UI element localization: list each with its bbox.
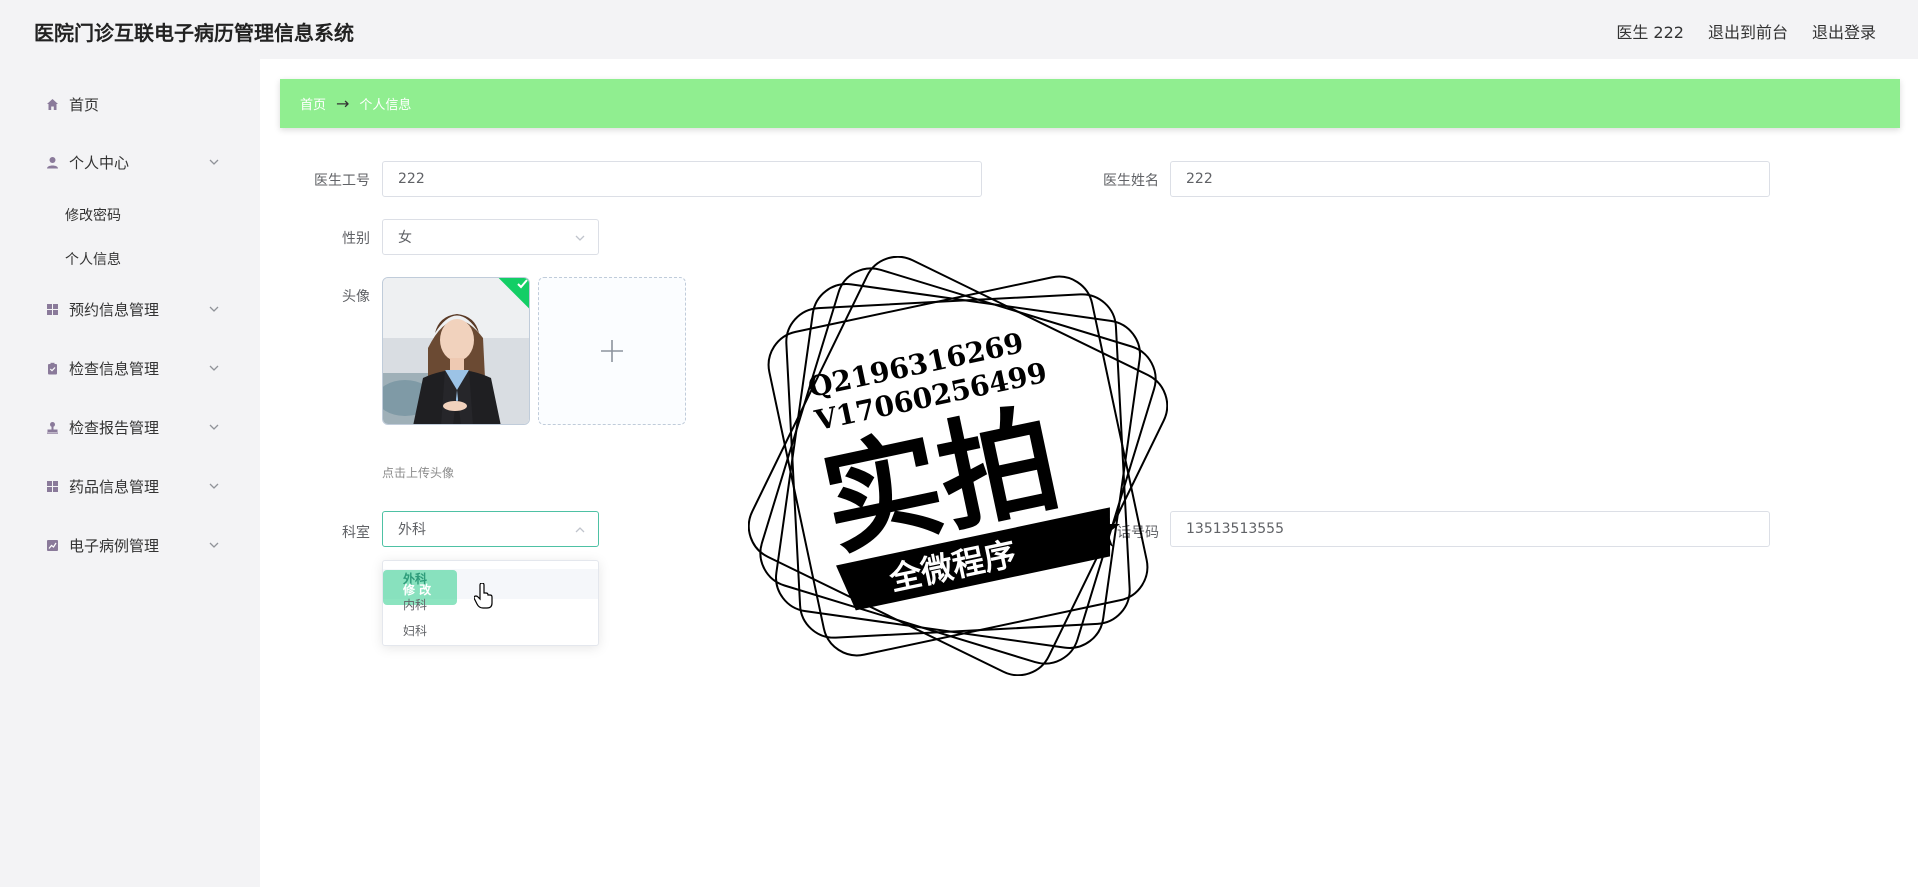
top-bar: 医院门诊互联电子病历管理信息系统 医生 222 退出到前台 退出登录: [0, 0, 1918, 59]
sidebar-item-exam-report[interactable]: 检查报告管理: [0, 405, 260, 449]
doctor-id-value: 222: [398, 171, 425, 187]
sidebar-subitem-personal-info[interactable]: 个人信息: [65, 249, 121, 269]
sidebar-item-label: 首页: [69, 95, 100, 114]
watermark-stamp: Q2196316269 V17060256499 实拍 全微程序: [748, 256, 1168, 676]
doctor-name-value: 222: [1186, 171, 1213, 187]
department-label: 科室: [342, 525, 370, 541]
hand-cursor-icon: [474, 583, 493, 609]
chevron-up-icon: [575, 527, 585, 533]
doctor-id-field[interactable]: 222: [382, 161, 982, 197]
chevron-down-icon: [209, 483, 219, 489]
sidebar-item-label: 个人中心: [69, 153, 130, 172]
user-icon: [45, 155, 59, 169]
sidebar-item-label: 检查信息管理: [69, 359, 160, 378]
gender-value: 女: [398, 230, 412, 246]
chevron-down-icon: [209, 424, 219, 430]
sidebar-item-appointments[interactable]: 预约信息管理: [0, 287, 260, 331]
doctor-id-label: 医生工号: [314, 173, 370, 189]
sidebar: 首页 个人中心 修改密码 个人信息 预约信息管理 检查信息管理 检查报告管理 药…: [0, 59, 260, 887]
grid-icon: [45, 302, 59, 316]
chevron-down-icon: [209, 159, 219, 165]
sidebar-item-label: 检查报告管理: [69, 418, 160, 437]
doctor-name-field[interactable]: 222: [1170, 161, 1770, 197]
grid-icon: [45, 479, 59, 493]
sidebar-item-label: 电子病例管理: [69, 536, 160, 555]
upload-hint: 点击上传头像: [382, 466, 455, 480]
breadcrumb-home[interactable]: 首页: [300, 94, 326, 113]
chevron-down-icon: [209, 542, 219, 548]
gender-select[interactable]: 女: [382, 219, 599, 255]
sidebar-item-label: 预约信息管理: [69, 300, 160, 319]
plus-icon: [601, 340, 623, 362]
top-links: 医生 222 退出到前台 退出登录: [1616, 19, 1876, 43]
sidebar-item-label: 药品信息管理: [69, 477, 160, 496]
phone-field[interactable]: 13513513555: [1170, 511, 1770, 547]
doctor-portrait-image: [383, 278, 529, 424]
home-icon: [45, 97, 59, 111]
sidebar-item-exam-info[interactable]: 检查信息管理: [0, 346, 260, 390]
phone-value: 13513513555: [1186, 521, 1284, 537]
doctor-name-label: 医生姓名: [1103, 173, 1159, 189]
gender-label: 性别: [342, 231, 370, 247]
sidebar-item-personal-center[interactable]: 个人中心: [0, 140, 260, 184]
stamp-icon: [45, 420, 59, 434]
dropdown-option-gynecology[interactable]: 妇科: [403, 622, 427, 639]
sidebar-item-medicine-info[interactable]: 药品信息管理: [0, 464, 260, 508]
logout-link[interactable]: 退出登录: [1812, 19, 1876, 43]
sidebar-item-home[interactable]: 首页: [0, 82, 260, 126]
dropdown-option-internal[interactable]: 内科: [403, 596, 427, 613]
avatar-label: 头像: [342, 289, 370, 305]
chart-icon: [45, 538, 59, 552]
clipboard-icon: [45, 361, 59, 375]
chevron-down-icon: [209, 365, 219, 371]
exit-to-front-link[interactable]: 退出到前台: [1708, 19, 1788, 43]
chevron-down-icon: [575, 235, 585, 241]
chevron-down-icon: [209, 306, 219, 312]
department-select[interactable]: 外科: [382, 511, 599, 547]
current-user: 医生 222: [1616, 23, 1684, 42]
breadcrumb: 首页 → 个人信息: [280, 79, 1900, 128]
department-value: 外科: [398, 522, 426, 538]
avatar-image[interactable]: [382, 277, 530, 425]
app-title: 医院门诊互联电子病历管理信息系统: [34, 21, 354, 45]
sidebar-subitem-change-password[interactable]: 修改密码: [65, 205, 121, 225]
sidebar-item-emr[interactable]: 电子病例管理: [0, 523, 260, 567]
breadcrumb-arrow-icon: →: [336, 94, 350, 113]
avatar-upload-button[interactable]: [538, 277, 686, 425]
breadcrumb-current: 个人信息: [359, 98, 412, 113]
